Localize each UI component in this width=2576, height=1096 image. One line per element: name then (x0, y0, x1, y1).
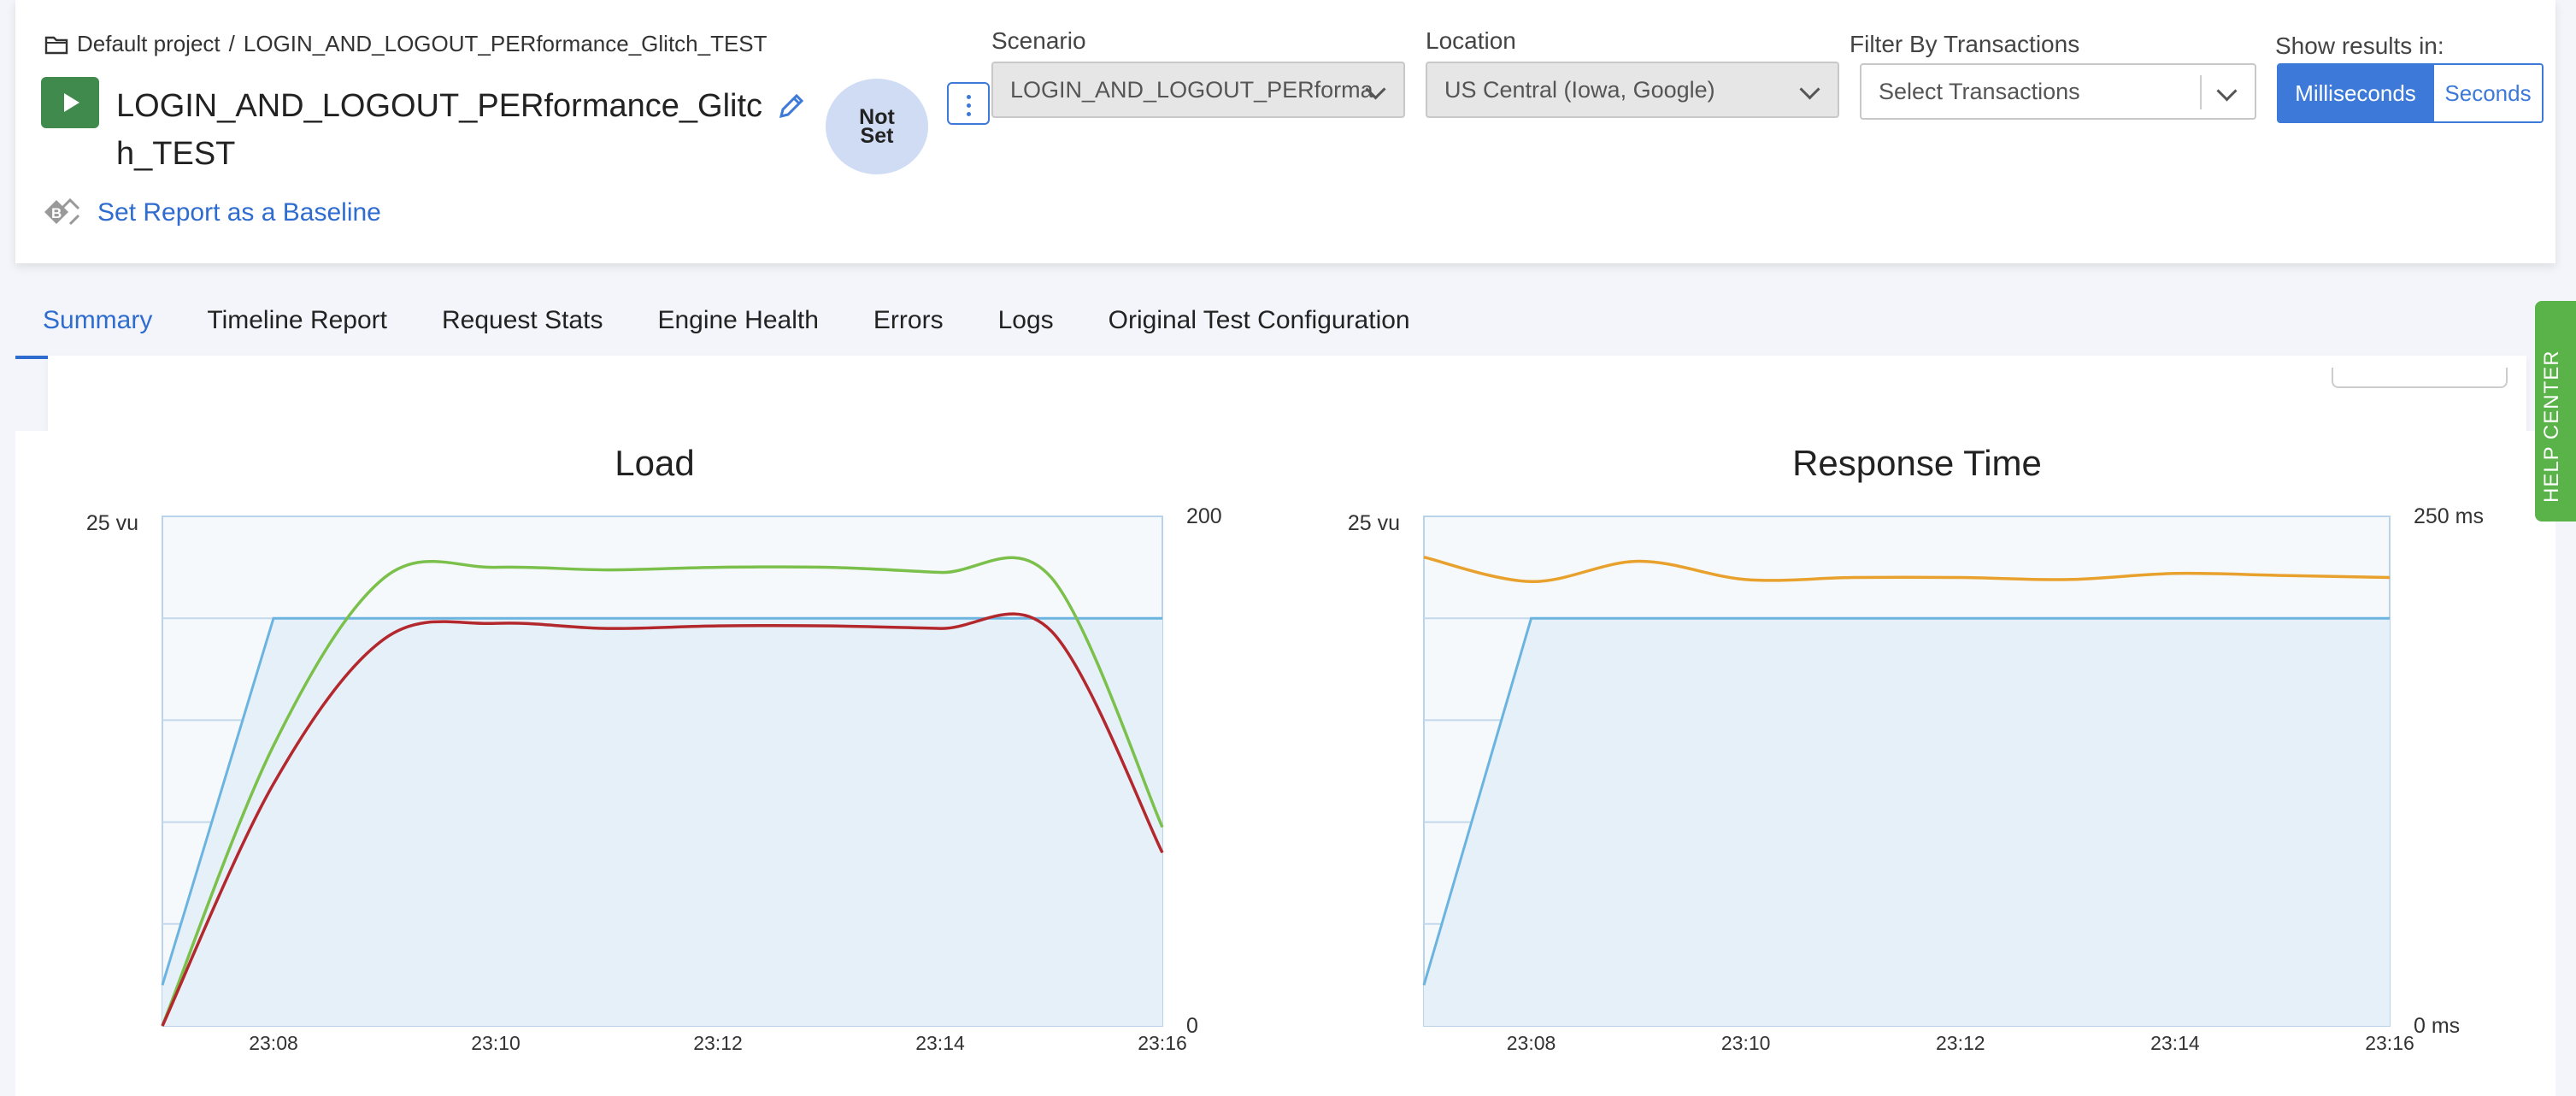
breadcrumb-test: LOGIN_AND_LOGOUT_PERformance_Glitch_TEST (243, 31, 768, 56)
pencil-icon[interactable] (776, 91, 807, 121)
load-chart: 25 vu 200 0 23:08 23:10 23:12 23:14 23:16 (86, 504, 1222, 1054)
tab-errors[interactable]: Errors (846, 294, 971, 356)
select-divider (2200, 75, 2202, 109)
tab-original-test-configuration[interactable]: Original Test Configuration (1081, 294, 1438, 356)
rt-y-right-top-label: 250 ms (2414, 504, 2484, 528)
rt-series-0-area (1424, 618, 2390, 1026)
rt-x-tick-label: 23:08 (1507, 1032, 1556, 1054)
transactions-placeholder: Select Transactions (1879, 78, 2080, 104)
load-x-tick-label: 23:14 (915, 1032, 965, 1054)
report-title: LOGIN_AND_LOGOUT_PERformance_Glitch_TEST (116, 88, 763, 172)
baseline-icon: B (44, 197, 80, 226)
transactions-select[interactable]: Select Transactions (1860, 63, 2256, 120)
results-label: Show results in: (2275, 32, 2444, 59)
chevron-down-icon (2216, 80, 2238, 102)
milliseconds-button[interactable]: Milliseconds (2279, 65, 2432, 121)
more-options-button[interactable] (947, 82, 990, 125)
rt-x-tick-label: 23:10 (1721, 1032, 1771, 1054)
status-line-2: Set (860, 124, 894, 148)
chevron-down-icon (1799, 79, 1820, 100)
load-chart-title: Load (615, 443, 695, 483)
load-y-right-top-label: 200 (1186, 504, 1222, 528)
run-test-button[interactable] (41, 77, 99, 128)
units-toggle: Milliseconds Seconds (2277, 63, 2544, 123)
load-x-tick-label: 23:10 (471, 1032, 520, 1054)
load-y-left-top-label: 25 vu (86, 511, 138, 535)
rt-x-tick-label: 23:14 (2150, 1032, 2200, 1054)
scenario-value: LOGIN_AND_LOGOUT_PERforma (1010, 76, 1373, 103)
tab-request-stats[interactable]: Request Stats (415, 294, 630, 356)
tab-engine-health[interactable]: Engine Health (630, 294, 845, 356)
scenario-label: Scenario (991, 27, 1086, 54)
load-x-tick-label: 23:16 (1138, 1032, 1187, 1054)
load-y-right-bottom-label: 0 (1186, 1014, 1198, 1038)
tab-logs[interactable]: Logs (971, 294, 1081, 356)
breadcrumb-project[interactable]: Default project (77, 31, 221, 57)
scenario-select[interactable]: LOGIN_AND_LOGOUT_PERforma (991, 62, 1405, 118)
load-series-0-area (162, 618, 1162, 1026)
set-baseline-link[interactable]: Set Report as a Baseline (97, 198, 381, 227)
location-value: US Central (Iowa, Google) (1444, 76, 1715, 103)
panel-button[interactable] (2332, 368, 2508, 388)
report-tabs: Summary Timeline Report Request Stats En… (15, 294, 1438, 359)
rt-x-tick-label: 23:16 (2365, 1032, 2414, 1054)
svg-text:B: B (51, 205, 62, 221)
breadcrumb-separator: / (228, 31, 235, 56)
location-select[interactable]: US Central (Iowa, Google) (1426, 62, 1839, 118)
status-badge[interactable]: Not Set (826, 79, 928, 174)
load-x-tick-label: 23:08 (249, 1032, 298, 1054)
rt-x-tick-label: 23:12 (1936, 1032, 1985, 1054)
folder-icon (44, 36, 68, 54)
tab-summary[interactable]: Summary (15, 294, 180, 359)
load-x-tick-label: 23:12 (693, 1032, 743, 1054)
seconds-button[interactable]: Seconds (2432, 65, 2542, 121)
help-center-tab[interactable]: HELP CENTER (2535, 301, 2576, 521)
location-label: Location (1426, 27, 1516, 54)
rt-y-left-top-label: 25 vu (1348, 511, 1400, 535)
tab-timeline-report[interactable]: Timeline Report (179, 294, 415, 356)
response-time-chart-title: Response Time (1792, 443, 2042, 483)
rt-y-right-bottom-label: 0 ms (2414, 1014, 2460, 1038)
breadcrumb: Default project / LOGIN_AND_LOGOUT_PERfo… (44, 31, 768, 57)
transactions-label: Filter By Transactions (1850, 31, 2080, 57)
summary-panel (48, 356, 2526, 431)
response-time-chart: 25 vu 250 ms 0 ms 23:08 23:10 23:12 23:14 23:16 (1348, 504, 2484, 1054)
help-center-label: HELP CENTER (2540, 350, 2563, 503)
